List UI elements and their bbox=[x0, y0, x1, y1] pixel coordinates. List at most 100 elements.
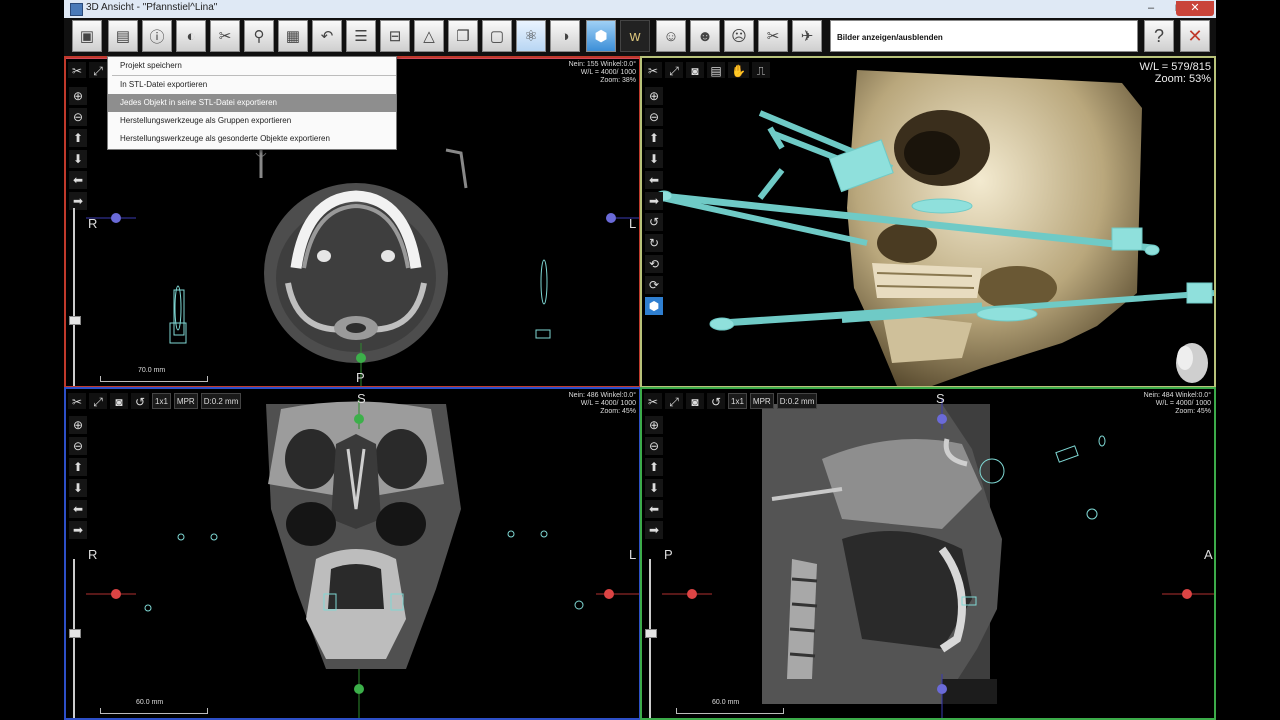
plane-icon[interactable]: ✈ bbox=[792, 20, 822, 52]
copy-icon[interactable]: ❐ bbox=[448, 20, 478, 52]
slice-icon[interactable]: ⊟ bbox=[380, 20, 410, 52]
tools-cross-icon[interactable]: ✂ bbox=[644, 62, 662, 78]
network-icon[interactable]: ⚛ bbox=[516, 20, 546, 52]
coronal-view-panel[interactable]: ⊕ ⊖ ⬆ ⬇ ⬅ ➡ ✂ ⤢ ◙ ↺ 1x1 MPR D:0.2 mm Nei… bbox=[64, 387, 641, 720]
fit-view-icon[interactable]: ⤢ bbox=[665, 393, 683, 409]
document-icon[interactable]: ▦ bbox=[278, 20, 308, 52]
toggle-images-button[interactable]: Bilder anzeigen/ausblenden bbox=[830, 20, 1138, 52]
thickness-button[interactable]: D:0.2 mm bbox=[200, 393, 242, 409]
arrow-down-icon[interactable]: ⬇ bbox=[645, 479, 663, 497]
sagittal-slice-slider-knob[interactable] bbox=[645, 629, 657, 638]
sagittal-info-slice: Nein: 484 Winkel:0.0° bbox=[1143, 392, 1211, 399]
menu-item-export-each-stl[interactable]: Jedes Objekt in seine STL-Datei exportie… bbox=[108, 94, 396, 112]
reset-icon[interactable]: ↺ bbox=[131, 393, 149, 409]
arrow-left-icon[interactable]: ⬅ bbox=[69, 171, 87, 189]
layout-1x1-button[interactable]: 1x1 bbox=[728, 393, 747, 409]
tools-cross-icon[interactable]: ✂ bbox=[644, 393, 662, 409]
face-icon[interactable]: ☹ bbox=[724, 20, 754, 52]
arrow-right-icon[interactable]: ➡ bbox=[645, 521, 663, 539]
arrow-left-icon[interactable]: ⬅ bbox=[645, 500, 663, 518]
arrow-left-icon[interactable]: ⬅ bbox=[69, 500, 87, 518]
fit-view-icon[interactable]: ⤢ bbox=[89, 393, 107, 409]
sagittal-slice-slider-track[interactable] bbox=[649, 559, 651, 718]
menu-item-export-tools-separate[interactable]: Herstellungswerkzeuge als gesonderte Obj… bbox=[108, 130, 396, 148]
zoom-in-icon[interactable]: ⊕ bbox=[69, 416, 87, 434]
arrow-right-icon[interactable]: ➡ bbox=[69, 192, 87, 210]
arrow-down-icon[interactable]: ⬇ bbox=[69, 150, 87, 168]
arrow-down-icon[interactable]: ⬇ bbox=[645, 150, 663, 168]
arrow-right-icon[interactable]: ➡ bbox=[69, 521, 87, 539]
arrow-left-icon[interactable]: ⬅ bbox=[645, 171, 663, 189]
rotate-up-icon[interactable]: ⟲ bbox=[645, 255, 663, 273]
sagittal-view-panel[interactable]: ⊕ ⊖ ⬆ ⬇ ⬅ ➡ ✂ ⤢ ◙ ↺ 1x1 MPR D:0.2 mm Nei… bbox=[640, 387, 1216, 720]
camera-icon[interactable]: ◙ bbox=[686, 393, 704, 409]
arrow-right-icon[interactable]: ➡ bbox=[645, 192, 663, 210]
grid-icon[interactable]: ☰ bbox=[346, 20, 376, 52]
render3d-view-panel[interactable]: ⊕ ⊖ ⬆ ⬇ ⬅ ➡ ↺ ↻ ⟲ ⟳ ⬢ ✂ ⤢ ◙ ▤ ✋ ⎍ W/L = … bbox=[640, 56, 1216, 388]
minimize-button[interactable]: – bbox=[1138, 1, 1164, 16]
contrast-icon[interactable]: ◑ bbox=[550, 20, 580, 52]
tools-cross-icon[interactable]: ✂ bbox=[68, 62, 86, 78]
zoom-out-icon[interactable]: ⊖ bbox=[69, 108, 87, 126]
close-window-button[interactable]: ✕ bbox=[1176, 1, 1214, 16]
hand-icon[interactable]: ✋ bbox=[728, 62, 749, 78]
clip-icon[interactable]: ⎍ bbox=[751, 62, 770, 78]
coronal-slice-slider-knob[interactable] bbox=[69, 629, 81, 638]
tools-icon[interactable]: ✂ bbox=[210, 20, 240, 52]
arrow-up-icon[interactable]: ⬆ bbox=[645, 458, 663, 476]
zoom-out-icon[interactable]: ⊖ bbox=[645, 437, 663, 455]
snapshot-icon[interactable]: ▤ bbox=[707, 62, 725, 78]
render3d-view-tools: ✂ ⤢ ◙ ▤ ✋ ⎍ bbox=[644, 62, 770, 80]
mpr-button[interactable]: MPR bbox=[749, 393, 774, 409]
menu-item-export-stl[interactable]: In STL-Datei exportieren bbox=[108, 76, 396, 94]
menu-item-export-tools-groups[interactable]: Herstellungswerkzeuge als Gruppen export… bbox=[108, 112, 396, 130]
arrow-up-icon[interactable]: ⬆ bbox=[69, 129, 87, 147]
rotate-left-icon[interactable]: ↺ bbox=[645, 213, 663, 231]
coronal-slice-slider-track[interactable] bbox=[73, 559, 75, 718]
sagittal-info-wl: W/L = 4000/ 1000 bbox=[1155, 400, 1211, 407]
undo-icon[interactable]: ↶ bbox=[312, 20, 342, 52]
coronal-orient-top: S bbox=[357, 391, 366, 406]
help-icon[interactable]: ? bbox=[1144, 20, 1174, 52]
camera-icon[interactable]: ◙ bbox=[110, 393, 128, 409]
teeth-icon[interactable]: ᴡ bbox=[620, 20, 650, 52]
info-icon[interactable]: ⓘ bbox=[142, 20, 172, 52]
arrow-up-icon[interactable]: ⬆ bbox=[69, 458, 87, 476]
head-scan-icon[interactable]: ☺ bbox=[656, 20, 686, 52]
thickness-button[interactable]: D:0.2 mm bbox=[776, 393, 818, 409]
layout-1x1-button[interactable]: 1x1 bbox=[152, 393, 171, 409]
zoom-out-icon[interactable]: ⊖ bbox=[69, 437, 87, 455]
mpr-button[interactable]: MPR bbox=[173, 393, 198, 409]
export-icon[interactable]: ◐ bbox=[176, 20, 206, 52]
axial-slice-slider-knob[interactable] bbox=[69, 316, 81, 325]
tools-cross-icon[interactable]: ✂ bbox=[68, 393, 86, 409]
arrow-up-icon[interactable]: ⬆ bbox=[645, 129, 663, 147]
coronal-orient-right: L bbox=[629, 547, 637, 562]
menu-item-save-project[interactable]: Projekt speichern bbox=[108, 57, 396, 75]
rotate-right-icon[interactable]: ↻ bbox=[645, 234, 663, 252]
fit-view-icon[interactable]: ⤢ bbox=[89, 62, 107, 78]
fit-view-icon[interactable]: ⤢ bbox=[665, 62, 683, 78]
zoom-in-icon[interactable]: ⊕ bbox=[645, 87, 663, 105]
implant-icon[interactable]: ⚲ bbox=[244, 20, 274, 52]
zoom-out-icon[interactable]: ⊖ bbox=[645, 108, 663, 126]
rotate-down-icon[interactable]: ⟳ bbox=[645, 276, 663, 294]
head-profile-icon[interactable]: ☻ bbox=[690, 20, 720, 52]
axial-info: Nein: 155 Winkel:0.0° W/L = 4000/ 1000 Z… bbox=[569, 61, 636, 85]
zoom-in-icon[interactable]: ⊕ bbox=[69, 87, 87, 105]
axial-slice-slider-track[interactable] bbox=[73, 208, 75, 386]
save-icon[interactable]: ▤ bbox=[108, 20, 138, 52]
coronal-info-slice: Nein: 486 Winkel:0.0° bbox=[568, 392, 636, 399]
reset-icon[interactable]: ↺ bbox=[707, 393, 725, 409]
exit-icon[interactable]: ✕ bbox=[1180, 20, 1210, 52]
triangle-icon[interactable]: △ bbox=[414, 20, 444, 52]
camera-icon[interactable]: ◙ bbox=[686, 62, 704, 78]
render3d-info-wl: W/L = 579/815 bbox=[1139, 61, 1211, 73]
layout-icon[interactable]: ▣ bbox=[72, 20, 102, 52]
scissors-icon[interactable]: ✂ bbox=[758, 20, 788, 52]
cube-view-icon[interactable]: ⬢ bbox=[645, 297, 663, 315]
cube-3d-icon[interactable]: ⬢ bbox=[586, 20, 616, 52]
zoom-in-icon[interactable]: ⊕ bbox=[645, 416, 663, 434]
clipboard-icon[interactable]: ▢ bbox=[482, 20, 512, 52]
arrow-down-icon[interactable]: ⬇ bbox=[69, 479, 87, 497]
